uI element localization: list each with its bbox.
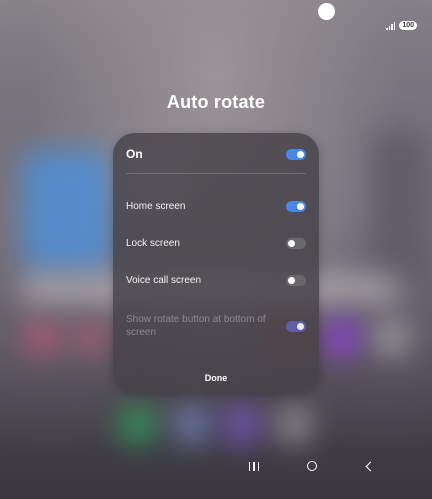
page-title: Auto rotate — [166, 92, 266, 112]
home-icon[interactable] — [304, 458, 320, 474]
navigation-bar — [0, 458, 432, 474]
blurred-dock-icon — [274, 405, 314, 445]
option-row-home-screen[interactable]: Home screen — [126, 201, 306, 212]
blurred-app-icon — [74, 320, 110, 356]
recents-icon[interactable] — [246, 458, 262, 474]
auto-rotate-master-row[interactable]: On — [126, 147, 306, 161]
status-indicators: 100 — [386, 21, 417, 30]
master-toggle-label: On — [126, 147, 143, 161]
auto-rotate-dialog: On Home screen Lock screen Voice call sc… — [113, 133, 319, 393]
blurred-app-icon — [374, 320, 410, 356]
back-icon[interactable] — [361, 458, 377, 474]
lock-screen-toggle[interactable] — [286, 238, 306, 249]
blurred-widget — [22, 150, 114, 270]
blurred-widget — [370, 130, 430, 290]
signal-icon — [386, 21, 396, 30]
option-label: Home screen — [126, 201, 186, 212]
show-rotate-button-toggle — [286, 320, 306, 332]
blurred-dock-icon — [172, 405, 212, 445]
option-row-show-rotate-button: Show rotate button at bottom of screen — [126, 313, 306, 339]
battery-icon: 100 — [399, 21, 417, 30]
blurred-app-icon — [322, 318, 362, 358]
option-label: Voice call screen — [126, 275, 202, 286]
option-label: Lock screen — [126, 238, 180, 249]
option-row-lock-screen[interactable]: Lock screen — [126, 238, 306, 249]
home-screen-toggle[interactable] — [286, 201, 306, 212]
blurred-app-icon — [24, 320, 60, 356]
blurred-dock-icon — [118, 405, 158, 445]
front-camera-icon — [318, 3, 335, 20]
done-button[interactable]: Done — [113, 373, 319, 383]
divider — [126, 173, 306, 174]
blurred-dock-icon — [222, 405, 262, 445]
option-label: Show rotate button at bottom of screen — [126, 314, 266, 338]
master-toggle[interactable] — [286, 148, 306, 160]
option-row-voice-call-screen[interactable]: Voice call screen — [126, 275, 306, 286]
voice-call-screen-toggle[interactable] — [286, 275, 306, 286]
